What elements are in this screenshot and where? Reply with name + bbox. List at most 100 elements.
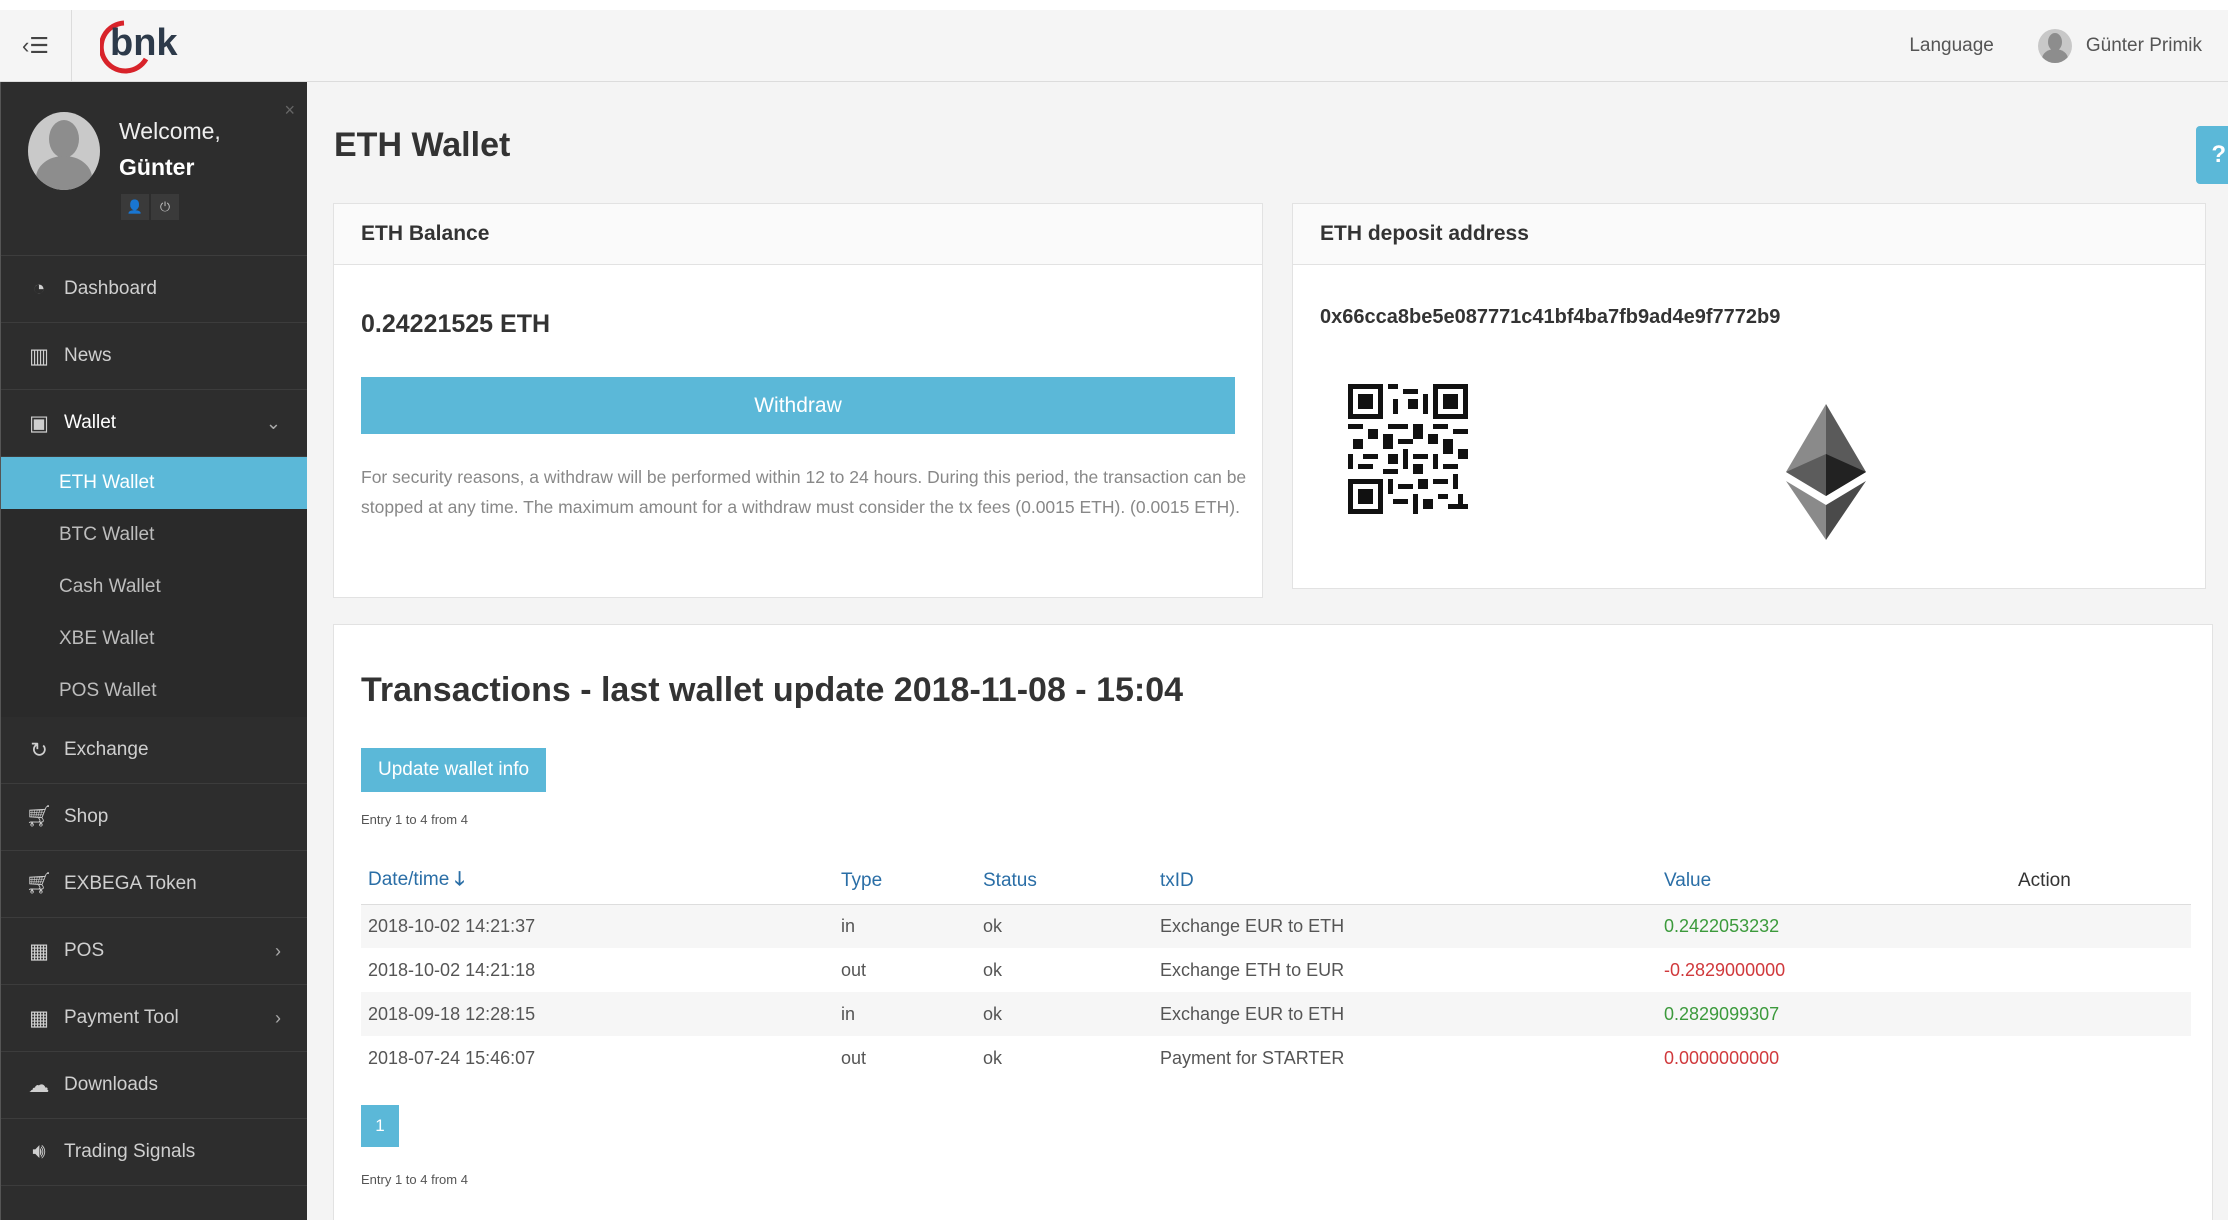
cell-txid: Exchange ETH to EUR [1160,959,1345,980]
table-row: 2018-07-24 15:46:07 out ok Payment for S… [361,1036,2191,1080]
sidebar-profile: Welcome, Günter × 👤 ⏻ [1,82,307,256]
panel-heading: ETH deposit address [1293,204,2205,265]
sidebar-item-label: EXBEGA Token [64,873,197,894]
page-title: ETH Wallet [334,126,511,164]
withdraw-note: For security reasons, a withdraw will be… [361,467,1247,517]
cell-txid: Exchange EUR to ETH [1153,992,1657,1036]
cell-value: 0.0000000000 [1664,1047,1780,1068]
sidebar-item-label: Wallet [64,412,117,433]
transactions-table: Date/time 🡓 Type Status txID Value Actio… [361,858,2191,1080]
user-menu[interactable]: Günter Primik [2086,35,2202,57]
cell-status: ok [983,959,1003,980]
dashboard-icon: ◔ [32,277,46,300]
sidebar-item-exbega-token[interactable]: 🛒︎ EXBEGA Token [1,851,307,918]
cloud-download-icon: ☁ [28,1073,50,1097]
cell-type: out [841,1047,867,1068]
table-row: 2018-10-02 14:21:37 in ok Exchange EUR t… [361,904,2191,948]
profile-name: Günter [119,154,195,180]
help-button[interactable]: ? [2196,126,2228,184]
profile-user-icon[interactable]: 👤 [121,194,149,220]
sidebar-item-wallet[interactable]: ▣ Wallet ⌄ [1,390,307,457]
cell-date: 2018-10-02 14:21:37 [361,904,834,948]
cell-status: ok [976,904,1153,948]
table-row: 2018-09-18 12:28:15 in ok Exchange EUR t… [361,992,2191,1036]
cell-txid: Payment for STARTER [1160,1047,1345,1068]
eth-deposit-panel: ETH deposit address 0x66cca8be5e087771c4… [1292,203,2206,589]
column-header-action: Action [2011,858,2191,905]
sidebar-item-pos[interactable]: ▦ POS › [1,918,307,985]
book-icon: ▥ [29,344,49,368]
eth-balance-value: 0.24221525 ETH [361,310,551,338]
qr-code-icon [1348,384,1468,519]
cell-type: out [841,959,867,980]
table-row: 2018-10-02 14:21:18 out ok Exchange ETH … [361,948,2191,992]
sidebar-item-label: Shop [64,806,109,827]
top-bar: ‹☰ bnk Language Günter Primik [0,0,2228,82]
column-header-date[interactable]: Date/time 🡓 [361,858,834,905]
calculator-icon: ▦ [29,939,49,963]
svg-text:bnk: bnk [110,22,178,64]
withdraw-button[interactable]: Withdraw [361,377,1235,434]
panel-heading: ETH Balance [334,204,1262,265]
close-icon[interactable]: × [284,100,295,121]
entry-info-top: Entry 1 to 4 from 4 [361,812,468,827]
sidebar-item-pos-wallet[interactable]: POS Wallet [1,665,307,717]
deposit-address: 0x66cca8be5e087771c41bf4ba7fb9ad4e9f7772… [1320,306,1781,328]
cart-icon: 🛒︎ [25,872,53,895]
cell-action [2011,904,2191,948]
profile-avatar [28,112,100,190]
sidebar-item-xbe-wallet[interactable]: XBE Wallet [1,613,307,665]
sidebar: Welcome, Günter × 👤 ⏻ ◔ Dashboard ▥ News… [0,82,307,1220]
sidebar-item-label: Exchange [64,739,149,760]
sidebar-item-cash-wallet[interactable]: Cash Wallet [1,561,307,613]
sidebar-item-news[interactable]: ▥ News [1,323,307,390]
money-icon: ▣ [29,411,49,435]
cell-date: 2018-10-02 14:21:18 [368,959,536,980]
sidebar-item-btc-wallet[interactable]: BTC Wallet [1,509,307,561]
column-header-status[interactable]: Status [976,858,1153,905]
sidebar-item-payment-tool[interactable]: ▦ Payment Tool › [1,985,307,1052]
welcome-text: Welcome, [119,118,221,144]
sidebar-item-trading-signals[interactable]: 🔊︎ Trading Signals [1,1119,307,1186]
transactions-panel: Transactions - last wallet update 2018-1… [333,624,2213,1220]
menu-toggle-button[interactable]: ‹☰ [0,9,72,82]
sidebar-item-label: Dashboard [64,278,157,299]
cell-status: ok [976,992,1153,1036]
cell-value: -0.2829000000 [1664,959,1786,980]
wallet-submenu: ETH Wallet BTC Wallet Cash Wallet XBE Wa… [1,457,307,717]
sidebar-item-label: Downloads [64,1074,158,1095]
cart-icon: 🛒︎ [25,805,53,828]
chevron-right-icon: › [275,940,281,961]
cell-type: in [834,992,976,1036]
bnk-logo[interactable]: bnk [100,10,200,82]
volume-icon: 🔊︎ [32,1140,46,1163]
calculator-icon: ▦ [29,1006,49,1030]
column-header-value[interactable]: Value [1657,858,2011,905]
sidebar-item-downloads[interactable]: ☁ Downloads [1,1052,307,1119]
column-header-txid[interactable]: txID [1153,858,1657,905]
sidebar-item-eth-wallet[interactable]: ETH Wallet [1,457,307,509]
power-icon[interactable]: ⏻ [151,194,179,220]
cell-action [2011,992,2191,1036]
cell-status: ok [983,1047,1003,1068]
sidebar-item-shop[interactable]: 🛒︎ Shop [1,784,307,851]
sidebar-item-label: Payment Tool [64,1007,179,1028]
main-content: ETH Wallet ? ETH Balance 0.24221525 ETH … [307,82,2228,1220]
pagination-page-1[interactable]: 1 [361,1105,399,1147]
transactions-title: Transactions - last wallet update 2018-1… [361,671,1184,709]
menu-toggle-icon: ‹☰ [21,32,50,58]
eth-balance-panel: ETH Balance 0.24221525 ETH Withdraw For … [333,203,1263,598]
refresh-icon: ↻ [30,738,48,762]
sidebar-item-exchange[interactable]: ↻ Exchange [1,717,307,784]
user-avatar[interactable] [2037,28,2072,63]
sidebar-item-label: POS [64,940,105,961]
language-menu[interactable]: Language [1909,35,1994,57]
cell-date: 2018-09-18 12:28:15 [361,992,834,1036]
cell-date: 2018-07-24 15:46:07 [368,1047,536,1068]
sidebar-item-label: Trading Signals [64,1141,196,1162]
cell-value: 0.2422053232 [1657,904,2011,948]
column-header-type[interactable]: Type [834,858,976,905]
update-wallet-button[interactable]: Update wallet info [361,748,547,792]
sidebar-item-dashboard[interactable]: ◔ Dashboard [1,256,307,323]
chevron-down-icon: ⌄ [265,412,281,433]
